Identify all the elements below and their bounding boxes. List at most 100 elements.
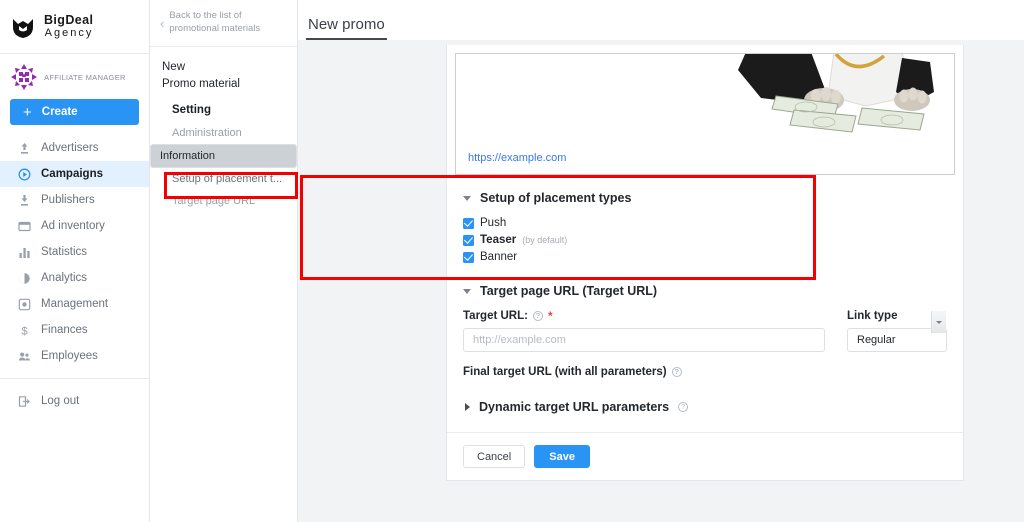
subnav-item-information[interactable]: Information [150, 144, 297, 169]
help-icon[interactable]: ? [671, 367, 682, 377]
dynamic-params-row[interactable]: Dynamic target URL parameters ? [463, 400, 947, 414]
sidebar-item-label: Management [41, 298, 109, 310]
promo-form-card: https://example.com Setup of placement t… [446, 45, 964, 481]
placement-option-note: (by default) [522, 235, 568, 245]
chevron-left-icon: ‹ [160, 15, 165, 31]
target-url-row: Target URL: ? * Link type Regular [463, 310, 947, 352]
paws-with-dollar-bills-photo [716, 54, 946, 144]
gear-box-icon [18, 298, 31, 311]
checkbox-teaser[interactable] [463, 234, 474, 246]
create-button-label: Create [41, 106, 78, 118]
help-icon[interactable]: ? [678, 402, 689, 412]
subnav-item-administration[interactable]: Administration [150, 122, 297, 144]
sidebar-item-logout[interactable]: Log out [0, 388, 149, 414]
caret-down-icon [463, 195, 471, 201]
target-url-group: Target URL: ? * [463, 310, 825, 352]
target-section-header[interactable]: Target page URL (Target URL) [463, 284, 947, 298]
secondary-sidebar: ‹ Back to the list of promotional materi… [150, 0, 298, 522]
window-icon [18, 220, 31, 233]
preview-link[interactable]: https://example.com [468, 152, 566, 164]
target-url-label-row: Target URL: ? * [463, 310, 825, 322]
app-root: BigDeal Agency AFFILIATE MANAGER + Creat… [0, 0, 1024, 522]
plus-icon: + [23, 103, 32, 121]
bigdeal-logo-icon [10, 14, 36, 40]
dynamic-params-label: Dynamic target URL parameters [479, 400, 670, 414]
setting-heading: Setting [172, 104, 211, 117]
sidebar-item-campaigns[interactable]: Campaigns [0, 161, 149, 187]
placement-section-title: Setup of placement types [480, 191, 632, 205]
play-circle-icon [18, 168, 31, 181]
subnav-item-label: Information [160, 150, 216, 163]
sidebar-item-employees[interactable]: Employees [0, 343, 149, 369]
placement-option-push[interactable]: Push [463, 217, 947, 229]
sidebar-item-label: Statistics [41, 246, 88, 258]
nav-divider [0, 378, 149, 379]
pie-chart-icon [18, 272, 31, 285]
tab-bar: New promo [298, 0, 1024, 40]
profile-block[interactable]: AFFILIATE MANAGER [0, 54, 149, 91]
promo-material-title: New Promo material [150, 47, 297, 92]
placement-option-teaser[interactable]: Teaser (by default) [463, 234, 947, 246]
target-section-title: Target page URL (Target URL) [480, 284, 658, 298]
upload-arrow-icon [18, 142, 31, 155]
sidebar-item-label: Employees [41, 350, 98, 362]
caret-down-icon [463, 288, 471, 294]
sidebar-item-management[interactable]: Management [0, 291, 149, 317]
sidebar-item-publishers[interactable]: Publishers [0, 187, 149, 213]
final-target-url-label: Final target URL (with all parameters) [463, 366, 667, 378]
placement-section-header[interactable]: Setup of placement types [463, 191, 947, 205]
sidebar-item-ad-inventory[interactable]: Ad inventory [0, 213, 149, 239]
form-footer: Cancel Save [447, 432, 963, 480]
final-target-url-row: Final target URL (with all parameters) ? [463, 366, 947, 378]
back-link-text: Back to the list of promotional material… [169, 10, 260, 36]
logout-icon [18, 395, 31, 408]
link-type-label: Link type [847, 310, 898, 322]
sidebar-item-label: Advertisers [41, 142, 99, 154]
subnav-item-label: Administration [172, 127, 242, 140]
sidebar-item-analytics[interactable]: Analytics [0, 265, 149, 291]
main-nav: Advertisers Campaigns Publishers Ad inve… [0, 135, 149, 414]
placement-types-section: Setup of placement types Push Teaser (by… [447, 175, 963, 263]
target-url-section: Target page URL (Target URL) Target URL:… [447, 268, 963, 414]
promo-title-line2: Promo material [162, 77, 240, 90]
back-link-line1: Back to the list of [169, 10, 242, 22]
creative-preview: https://example.com [455, 53, 955, 175]
tab-new-promo[interactable]: New promo [306, 16, 387, 40]
cancel-button[interactable]: Cancel [463, 445, 526, 468]
subnav-item-setup-of-placement-types[interactable]: Setup of placement t... [150, 168, 297, 190]
subnav-item-target-page-url[interactable]: Target page URL [150, 190, 297, 212]
checkbox-push[interactable] [463, 217, 474, 229]
brand-name: BigDeal [44, 12, 94, 27]
back-to-list-link[interactable]: ‹ Back to the list of promotional materi… [150, 0, 297, 47]
caret-right-icon [465, 403, 470, 411]
people-icon [18, 350, 31, 363]
main-content: New promo https://example.com Setup of p… [298, 0, 1024, 522]
checkbox-banner[interactable] [463, 251, 474, 263]
link-type-select[interactable]: Regular [847, 328, 947, 352]
target-url-input[interactable] [463, 328, 825, 352]
sidebar-item-label: Finances [41, 324, 88, 336]
placement-option-label: Teaser [480, 234, 517, 246]
save-button[interactable]: Save [534, 445, 590, 468]
bar-chart-icon [18, 246, 31, 259]
target-url-label: Target URL: [463, 310, 528, 322]
profile-role: AFFILIATE MANAGER [44, 72, 126, 82]
sidebar-item-label: Ad inventory [41, 220, 105, 232]
affiliate-manager-avatar [10, 63, 38, 91]
sidebar-item-finances[interactable]: $ Finances [0, 317, 149, 343]
sidebar-item-label: Publishers [41, 194, 95, 206]
download-arrow-icon [18, 194, 31, 207]
svg-text:$: $ [21, 325, 27, 337]
placement-option-label: Banner [480, 251, 518, 263]
brand-header[interactable]: BigDeal Agency [0, 0, 149, 54]
create-button[interactable]: + Create [10, 99, 139, 125]
required-asterisk: * [547, 309, 553, 323]
sidebar-item-advertisers[interactable]: Advertisers [0, 135, 149, 161]
placement-option-banner[interactable]: Banner [463, 251, 947, 263]
sidebar-item-statistics[interactable]: Statistics [0, 239, 149, 265]
link-type-group: Link type Regular [847, 310, 947, 352]
sidebar-item-label: Campaigns [41, 168, 103, 180]
sidebar-item-label: Log out [41, 395, 80, 407]
placement-option-label: Push [480, 217, 507, 229]
help-icon[interactable]: ? [532, 311, 543, 321]
